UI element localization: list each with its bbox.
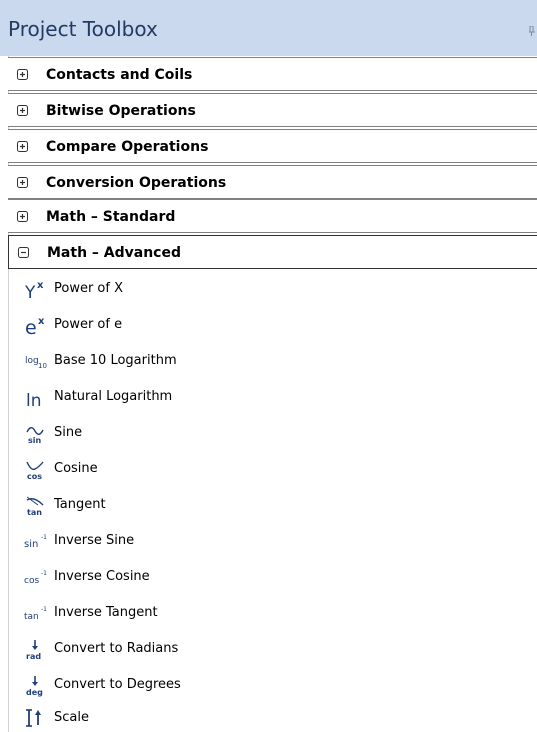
svg-text:Y: Y: [24, 283, 36, 301]
plus-box-icon[interactable]: [17, 105, 28, 116]
svg-text:log: log: [25, 356, 39, 366]
item-label: Natural Logarithm: [54, 389, 173, 404]
item-label: Convert to Radians: [54, 641, 179, 656]
svg-text:deg: deg: [26, 688, 43, 697]
sine-icon: sin: [26, 427, 44, 445]
svg-text:10: 10: [38, 362, 47, 370]
category-conversion-operations[interactable]: Conversion Operations: [8, 165, 537, 199]
tangent-icon: tan: [26, 496, 44, 517]
list-item-natural-logarithm[interactable]: ln Natural Logarithm: [8, 379, 537, 415]
svg-text:-1: -1: [41, 570, 47, 577]
to-radians-icon: rad: [26, 640, 41, 661]
power-of-x-icon: Y x: [24, 280, 44, 301]
list-item-scale[interactable]: Scale: [8, 700, 537, 732]
item-label: Inverse Tangent: [54, 605, 158, 620]
category-bitwise-operations[interactable]: Bitwise Operations: [8, 93, 537, 127]
category-math-standard[interactable]: Math – Standard: [8, 199, 537, 233]
svg-text:cos: cos: [24, 576, 39, 586]
item-label: Scale: [54, 710, 89, 725]
svg-text:e: e: [25, 317, 37, 337]
category-contacts-and-coils[interactable]: Contacts and Coils: [8, 57, 537, 91]
list-item-base-10-logarithm[interactable]: log 10 Base 10 Logarithm: [8, 343, 537, 379]
inverse-tangent-icon: tan -1: [24, 606, 47, 622]
svg-text:tan: tan: [24, 612, 39, 622]
item-label: Inverse Cosine: [54, 569, 150, 584]
power-of-e-icon: e x: [25, 316, 45, 337]
plus-box-icon[interactable]: [17, 141, 28, 152]
list-item-sine[interactable]: sin Sine: [8, 415, 537, 451]
category-compare-operations[interactable]: Compare Operations: [8, 129, 537, 163]
category-label: Compare Operations: [46, 139, 209, 155]
to-degrees-icon: deg: [26, 676, 43, 697]
svg-text:ln: ln: [26, 391, 42, 409]
item-label: Base 10 Logarithm: [54, 353, 177, 368]
plus-box-icon[interactable]: [17, 177, 28, 188]
category-label: Math – Advanced: [47, 245, 181, 261]
svg-text:cos: cos: [27, 472, 42, 481]
list-item-convert-to-radians[interactable]: rad Convert to Radians: [8, 631, 537, 667]
item-label: Power of e: [54, 317, 123, 332]
svg-text:sin: sin: [24, 539, 38, 550]
category-label: Bitwise Operations: [46, 103, 196, 119]
scale-icon: [26, 709, 41, 727]
minus-box-icon[interactable]: [18, 247, 29, 258]
list-item-inverse-tangent[interactable]: tan -1 Inverse Tangent: [8, 595, 537, 631]
item-label: Convert to Degrees: [54, 677, 181, 692]
svg-text:-1: -1: [41, 534, 47, 541]
item-label: Tangent: [54, 497, 106, 512]
category-label: Contacts and Coils: [46, 67, 193, 83]
list-item-inverse-sine[interactable]: sin -1 Inverse Sine: [8, 523, 537, 559]
item-label: Inverse Sine: [54, 533, 135, 548]
list-item-power-of-x[interactable]: Y x Power of X: [8, 271, 537, 307]
plus-box-icon[interactable]: [17, 69, 28, 80]
toolbox-title-bar: Project Toolbox: [0, 0, 537, 56]
cosine-icon: cos: [26, 461, 44, 481]
category-label: Conversion Operations: [46, 175, 227, 191]
list-item-inverse-cosine[interactable]: cos -1 Inverse Cosine: [8, 559, 537, 595]
category-label: Math – Standard: [46, 209, 176, 225]
list-item-tangent[interactable]: tan Tangent: [8, 487, 537, 523]
svg-text:x: x: [38, 316, 45, 327]
natural-log-icon: ln: [26, 391, 42, 409]
plus-box-icon[interactable]: [17, 211, 28, 222]
pin-icon[interactable]: [529, 26, 535, 36]
list-item-convert-to-degrees[interactable]: deg Convert to Degrees: [8, 667, 537, 703]
log10-icon: log 10: [25, 356, 47, 370]
svg-text:x: x: [37, 280, 44, 291]
svg-text:sin: sin: [28, 436, 42, 445]
list-item-power-of-e[interactable]: e x Power of e: [8, 307, 537, 343]
item-label: Cosine: [54, 461, 98, 476]
item-label: Power of X: [54, 281, 124, 296]
inverse-cosine-icon: cos -1: [24, 570, 47, 586]
item-label: Sine: [54, 425, 83, 440]
svg-text:tan: tan: [27, 508, 42, 517]
svg-text:rad: rad: [26, 652, 41, 661]
svg-text:-1: -1: [41, 606, 47, 613]
list-item-cosine[interactable]: cos Cosine: [8, 451, 537, 487]
panel-title: Project Toolbox: [8, 17, 158, 41]
inverse-sine-icon: sin -1: [24, 534, 47, 550]
category-math-advanced[interactable]: Math – Advanced: [8, 235, 537, 269]
